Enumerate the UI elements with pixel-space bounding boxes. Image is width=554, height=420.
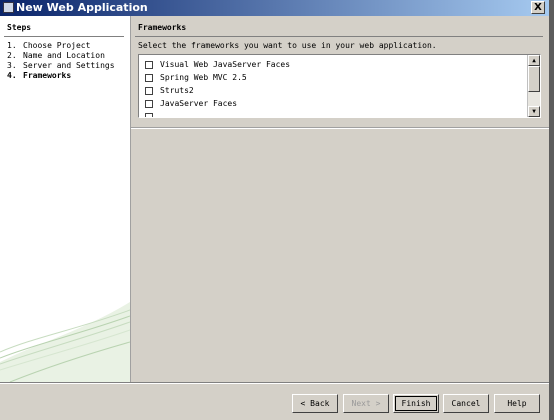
framework-checkbox[interactable] <box>145 61 153 69</box>
framework-label: Spring Web MVC 2.5 <box>160 73 247 82</box>
framework-checkbox[interactable] <box>145 87 153 95</box>
step-number: 4. <box>7 71 17 80</box>
step-number: 3. <box>7 61 17 70</box>
frameworks-heading: Frameworks <box>138 23 187 32</box>
scroll-up-arrow-icon[interactable]: ▲ <box>528 55 540 66</box>
title-bar[interactable]: New Web Application X <box>0 0 549 16</box>
frameworks-divider <box>135 36 543 37</box>
decorative-wave-graphic <box>0 302 130 382</box>
new-web-application-dialog: New Web Application X Steps 1. Choose Pro… <box>0 0 550 420</box>
framework-checkbox[interactable] <box>145 113 153 117</box>
step-label: Server and Settings <box>23 61 115 70</box>
scroll-down-arrow-icon[interactable]: ▼ <box>528 106 540 117</box>
cancel-button[interactable]: Cancel <box>443 394 489 413</box>
netbeans-app-icon <box>3 2 14 13</box>
list-vertical-scrollbar[interactable]: ▲ ▼ <box>527 55 540 117</box>
step-label: Frameworks <box>23 71 72 80</box>
steps-divider <box>4 36 124 37</box>
background-edge <box>549 0 554 420</box>
scroll-thumb[interactable] <box>528 66 540 92</box>
instruction-text: Select the frameworks you want to use in… <box>138 41 437 50</box>
step-frameworks-current: 4. Frameworks <box>7 71 71 80</box>
framework-checkbox[interactable] <box>145 74 153 82</box>
content-separator <box>131 127 549 129</box>
help-button[interactable]: Help <box>494 394 540 413</box>
steps-heading: Steps <box>7 23 32 32</box>
frameworks-list[interactable]: Visual Web JavaServer Faces Spring Web M… <box>138 54 541 118</box>
step-label: Name and Location <box>23 51 105 60</box>
step-choose-project: 1. Choose Project <box>7 41 90 50</box>
step-label: Choose Project <box>23 41 91 50</box>
framework-label: Struts2 <box>160 86 194 95</box>
step-number: 2. <box>7 51 17 60</box>
step-number: 1. <box>7 41 17 50</box>
finish-button[interactable]: Finish <box>393 394 439 413</box>
next-button[interactable]: Next > <box>343 394 389 413</box>
framework-label: Visual Web JavaServer Faces <box>160 60 291 69</box>
steps-panel: Steps 1. Choose Project 2. Name and Locati… <box>0 16 131 382</box>
button-bar-divider <box>0 382 549 384</box>
framework-checkbox[interactable] <box>145 100 153 108</box>
close-button[interactable]: X <box>531 1 545 14</box>
back-button[interactable]: < Back <box>292 394 338 413</box>
window-title: New Web Application <box>16 1 148 14</box>
step-server-and-settings: 3. Server and Settings <box>7 61 115 70</box>
step-name-and-location: 2. Name and Location <box>7 51 105 60</box>
framework-label: JavaServer Faces <box>160 99 238 108</box>
